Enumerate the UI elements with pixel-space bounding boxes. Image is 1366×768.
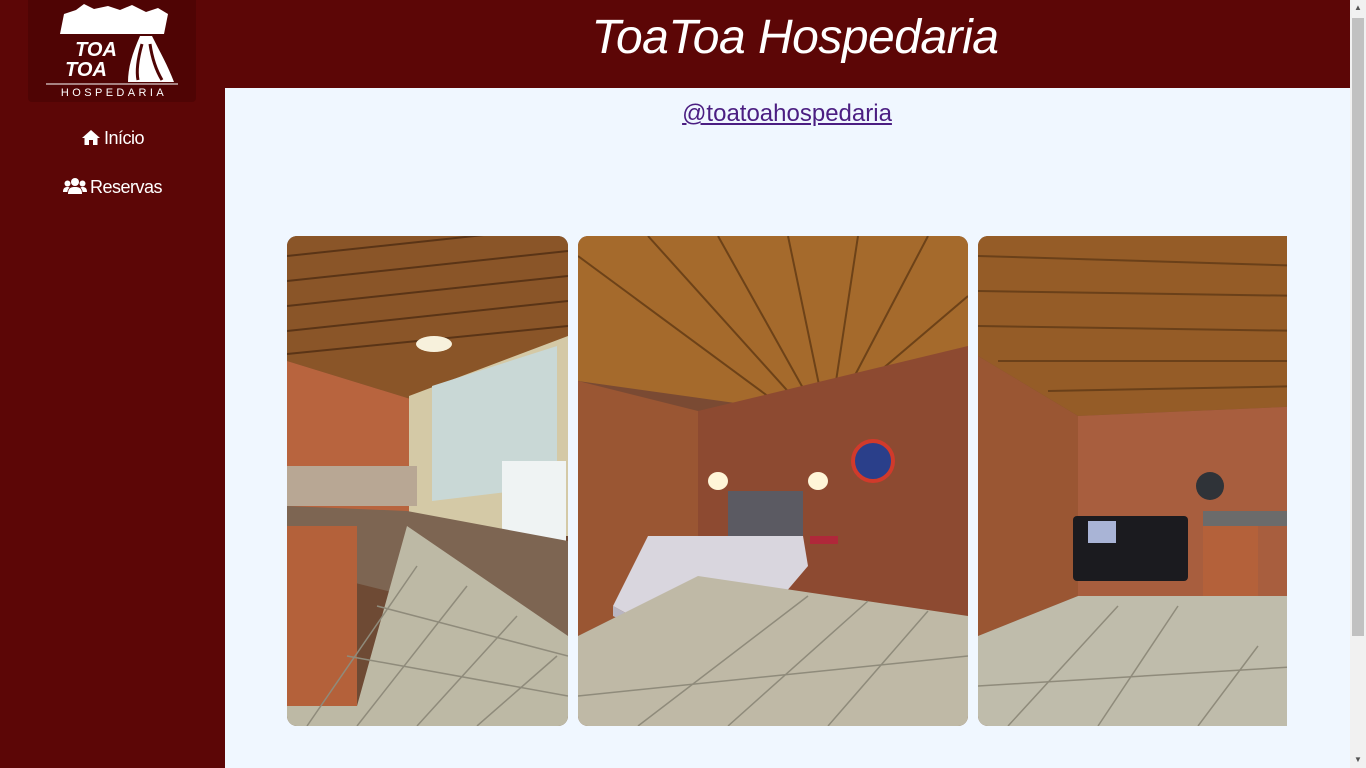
- sidebar-item-label: Reservas: [89, 177, 163, 197]
- users-icon: [62, 178, 87, 194]
- sidebar-item-label: Início: [103, 128, 145, 148]
- bedroom-photo-image: [578, 236, 968, 726]
- gallery-photo-kitchen[interactable]: [287, 236, 568, 726]
- scrollbar-thumb[interactable]: [1352, 18, 1364, 636]
- scroll-down-arrow-icon[interactable]: ▼: [1350, 752, 1366, 768]
- logo[interactable]: TOA TOA HOSPEDARIA: [28, 0, 196, 102]
- gallery-photo-living-room[interactable]: [978, 236, 1287, 726]
- home-icon: [81, 130, 100, 145]
- logo-text-line1: TOA: [75, 39, 117, 61]
- header: ToaToa Hospedaria: [225, 0, 1350, 88]
- logo-text-line2: TOA: [65, 59, 107, 81]
- gallery-photo-bedroom[interactable]: [578, 236, 968, 726]
- page-title: ToaToa Hospedaria: [591, 11, 999, 64]
- living-room-photo-image: [978, 236, 1287, 726]
- sidebar-item-inicio[interactable]: Início: [0, 128, 225, 149]
- instagram-link[interactable]: @toatoahospedaria: [225, 100, 1349, 128]
- sidebar: TOA TOA HOSPEDARIA Início Reservas: [0, 0, 225, 768]
- logo-tagline: HOSPEDARIA: [61, 87, 167, 99]
- photo-gallery[interactable]: [287, 236, 1287, 726]
- scroll-up-arrow-icon[interactable]: ▲: [1350, 0, 1366, 16]
- logo-mark-icon: TOA TOA HOSPEDARIA: [46, 4, 178, 99]
- sidebar-item-reservas[interactable]: Reservas: [0, 177, 225, 198]
- kitchen-photo-image: [287, 236, 568, 726]
- main-content: @toatoahospedaria: [225, 88, 1350, 768]
- page-scrollbar[interactable]: ▲ ▼: [1350, 0, 1366, 768]
